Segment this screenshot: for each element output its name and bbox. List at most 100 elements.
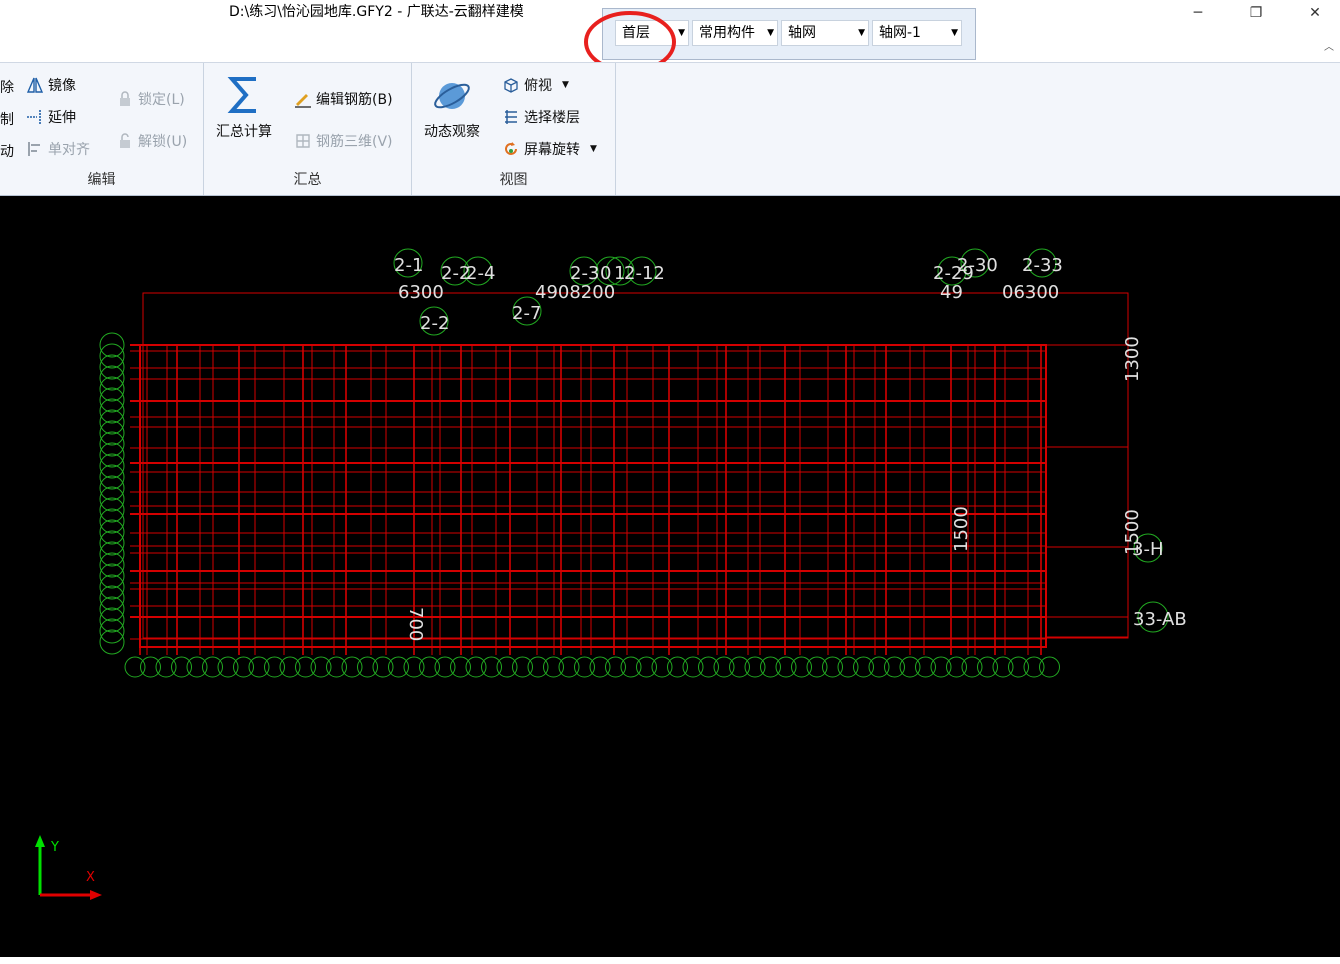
axis-label: 2-1 (394, 255, 423, 276)
ribbon-collapse-icon[interactable]: ︿ (1324, 38, 1334, 53)
axis-bubble (99, 552, 125, 578)
drawing-canvas[interactable]: 2-1 2-2 2-4 2-3 0 1 2-12 2-7 2-2 2-29 2-30 2-33 6300… (0, 197, 1340, 957)
axis-bubble (202, 656, 223, 678)
component-selector-bar: 首层 ▼ 常用构件 ▼ 轴网 ▼ 轴网-1 ▼ (602, 8, 976, 60)
component-type-select[interactable]: 轴网 ▼ (781, 20, 869, 46)
sigma-icon (227, 77, 256, 113)
axis-bubble (99, 486, 125, 512)
axis-bubble (99, 541, 125, 567)
axis-bubble (744, 656, 766, 678)
component-type-value: 轴网 (788, 25, 816, 41)
axis-bubble (496, 656, 518, 678)
axis-bubble (372, 656, 394, 678)
axis-bubble (589, 656, 611, 678)
axis-bubble (99, 398, 125, 424)
partial-button-3[interactable]: 动 (0, 141, 14, 161)
ribbon: 除 制 动 镜像 延伸 单对齐 锁定(L) 解锁(U) 编辑 汇总计算 编辑钢筋… (0, 62, 1340, 196)
orbit-icon (434, 83, 470, 109)
axis-bubble (713, 656, 735, 678)
floors-icon (505, 110, 517, 124)
screen-rotate-button[interactable]: 屏幕旋转 ▼ (502, 139, 597, 159)
axis-bubble (99, 519, 125, 545)
minimize-button[interactable]: ─ (1175, 0, 1221, 26)
partial-button-2[interactable]: 制 (0, 109, 14, 129)
axis-bubble (99, 442, 125, 468)
axis-bubble (99, 365, 125, 391)
floor-select[interactable]: 首层 ▼ (615, 20, 689, 46)
dynamic-observe-button[interactable]: 动态观察 (424, 77, 480, 141)
status-bar (0, 957, 1340, 964)
extend-icon (27, 110, 41, 124)
axis-bubble (99, 387, 125, 413)
mirror-icon (26, 77, 44, 93)
category-select-value: 常用构件 (699, 25, 755, 41)
axis-bubble (99, 607, 125, 633)
axis-bubble (217, 656, 239, 678)
category-select[interactable]: 常用构件 ▼ (692, 20, 778, 46)
axis-bubble (760, 656, 781, 678)
unlock-button[interactable]: 解锁(U) (116, 131, 187, 151)
rebar-3d-label: 钢筋三维(V) (316, 134, 393, 150)
axis-bubble (233, 656, 254, 678)
partial-button-1[interactable]: 除 (0, 77, 14, 97)
axis-bubble (99, 618, 125, 644)
axis-bubble (806, 656, 828, 678)
axis-bubble (527, 656, 549, 678)
axis-bubble (775, 656, 797, 678)
lock-button[interactable]: 锁定(L) (116, 89, 185, 109)
screen-rotate-label: 屏幕旋转 (524, 142, 580, 158)
lock-icon (120, 91, 130, 106)
axis-label: 2-2 (420, 313, 449, 334)
dimension-label: 4908200 (535, 282, 615, 303)
single-align-button[interactable]: 单对齐 (26, 139, 90, 159)
axis-bubble (99, 420, 125, 446)
rebar-3d-button[interactable]: 钢筋三维(V) (294, 131, 393, 151)
close-button[interactable]: ✕ (1292, 0, 1338, 26)
edit-rebar-button[interactable]: 编辑钢筋(B) (294, 89, 393, 109)
axis-bubble (310, 656, 332, 678)
dimension-label: 1500 (1122, 509, 1143, 555)
axis-bubble (682, 656, 704, 678)
axis-label: 2-30 (957, 255, 998, 276)
axis-bubble (434, 656, 456, 678)
chevron-down-icon: ▼ (590, 144, 597, 154)
y-axis-label: Y (50, 840, 59, 855)
summary-calc-button[interactable]: 汇总计算 (216, 75, 272, 141)
axis-bubble (930, 656, 952, 678)
chevron-down-icon: ▼ (951, 28, 958, 38)
axis-bubble (791, 656, 812, 678)
axis-bubble (543, 656, 564, 678)
axis-bubble (853, 656, 874, 678)
axis-label: 2-4 (466, 263, 495, 284)
axis-bubble (99, 563, 125, 589)
axis-bubble (450, 656, 471, 678)
component-select[interactable]: 轴网-1 ▼ (872, 20, 962, 46)
summary-group: 汇总计算 编辑钢筋(B) 钢筋三维(V) 汇总 (204, 63, 412, 195)
axis-bubble (124, 656, 146, 678)
axis-bubble (419, 656, 440, 678)
unlock-icon (120, 133, 130, 148)
axis-bubble (512, 656, 533, 678)
axis-bubble (99, 453, 125, 479)
pencil-icon (295, 94, 311, 108)
axis-bubble (99, 508, 125, 534)
axis-bubble (99, 574, 125, 600)
axis-bubble (1039, 656, 1060, 678)
axis-bubble (868, 656, 890, 678)
extend-button[interactable]: 延伸 (26, 107, 76, 127)
dimension-label: 700 (405, 607, 426, 641)
axis-label: 2-33 (1022, 255, 1063, 276)
rotate-icon (505, 142, 517, 155)
top-view-button[interactable]: 俯视 ▼ (502, 75, 569, 95)
select-floor-button[interactable]: 选择楼层 (502, 107, 580, 127)
maximize-button[interactable]: ❐ (1233, 0, 1279, 26)
axis-bubble (99, 464, 125, 490)
axis-label: 2-7 (512, 303, 541, 324)
component-select-value: 轴网-1 (879, 25, 921, 41)
axis-bubble (574, 656, 595, 678)
edit-group-label: 编辑 (87, 172, 116, 188)
mirror-button[interactable]: 镜像 (26, 75, 76, 95)
axis-bubble (837, 656, 859, 678)
axis-bubble (899, 656, 921, 678)
axis-bubble (357, 656, 378, 678)
